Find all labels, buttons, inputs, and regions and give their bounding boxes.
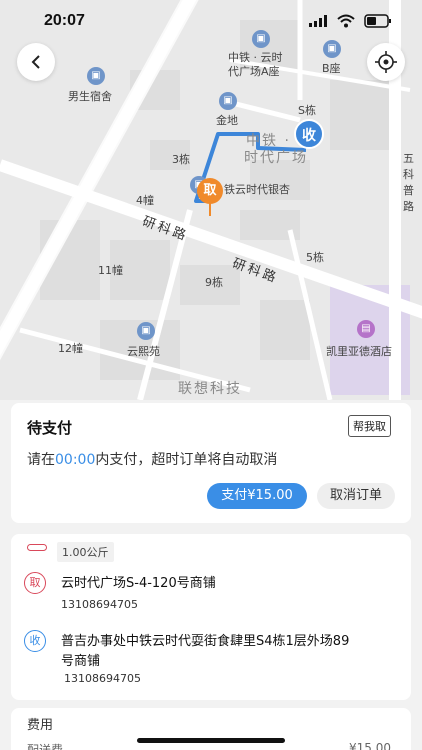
- map-view[interactable]: ▣ 男生宿舍 ▣ 中铁 · 云时 代广场A座 ▣ B座 ▣ 金地 S栋 中铁 ·…: [0, 0, 422, 400]
- back-button[interactable]: [17, 43, 55, 81]
- fees-card: 费用 配送费 ¥15.00: [11, 708, 411, 750]
- pickup-marker[interactable]: 取: [197, 178, 223, 218]
- dorm-icon: ▣: [87, 67, 105, 85]
- map-label-dorm: 男生宿舍: [68, 90, 112, 103]
- order-status-title: 待支付: [27, 419, 73, 437]
- fee-row-amount: ¥15.00: [349, 741, 391, 750]
- payment-message-suffix: 内支付，超时订单将自动取消: [95, 452, 278, 468]
- pay-button[interactable]: 支付¥15.00: [207, 483, 307, 509]
- map-label-s-block: S栋: [298, 104, 316, 117]
- payment-message: 请在00:00内支付，超时订单将自动取消: [27, 449, 277, 469]
- pickup-address: 云时代广场S-4-120号商铺: [61, 576, 216, 591]
- payment-timer: 00:00: [55, 452, 96, 468]
- weight-tag: 1.00公斤: [57, 542, 114, 562]
- map-label-side4: 路: [403, 200, 414, 213]
- map-label-hotel: 凯里亚德酒店: [326, 345, 392, 358]
- delivery-card: 1.00公斤 取 云时代广场S-4-120号商铺 13108694705 收 普…: [11, 534, 411, 700]
- map-label-block4: 4幢: [136, 194, 154, 207]
- receive-icon: 收: [24, 630, 46, 652]
- payment-message-prefix: 请在: [27, 452, 55, 468]
- payment-card: 待支付 帮我取 请在00:00内支付，超时订单将自动取消 支付¥15.00 取消…: [11, 403, 411, 523]
- map-label-side1: 五: [403, 152, 414, 165]
- fees-title: 费用: [27, 718, 54, 733]
- pickup-marker-stem: [209, 202, 211, 216]
- map-label-block5: 5栋: [306, 251, 324, 264]
- signal-icon: [309, 15, 327, 27]
- help-pickup-button[interactable]: 帮我取: [348, 415, 391, 437]
- cancel-order-button[interactable]: 取消订单: [317, 483, 395, 509]
- receive-address-line1: 普吉办事处中铁云时代耍街食肆里S4栋1层外场89: [61, 634, 350, 649]
- map-label-zhongtie-a2: 代广场A座: [228, 65, 280, 78]
- map-label-yunxi: 云熙苑: [127, 345, 160, 358]
- map-label-block12: 12幢: [58, 342, 83, 355]
- receive-phone[interactable]: 13108694705: [64, 672, 141, 685]
- locate-button[interactable]: [367, 43, 405, 81]
- status-time: 20:07: [44, 12, 85, 29]
- locate-icon: [375, 51, 397, 73]
- receive-marker[interactable]: 收: [294, 119, 324, 149]
- map-label-jindi: 金地: [216, 114, 238, 127]
- map-label-block11: 11幢: [98, 264, 123, 277]
- pickup-marker-label: 取: [197, 178, 223, 204]
- battery-icon: [364, 14, 391, 28]
- home-indicator[interactable]: [137, 738, 285, 743]
- package-icon: [27, 544, 47, 551]
- map-label-lenovo: 联想科技: [178, 381, 242, 397]
- map-label-plaza2: 时代广场: [244, 150, 308, 166]
- wifi-icon: [337, 14, 355, 28]
- residence-icon: ▣: [137, 322, 155, 340]
- status-bar: 20:07: [0, 0, 422, 44]
- map-label-bank: 铁云时代银杏: [224, 183, 290, 196]
- map-label-block3: 3栋: [172, 153, 190, 166]
- hotel-icon: ▤: [357, 320, 375, 338]
- fee-row-label: 配送费: [27, 743, 64, 750]
- receive-address-line2: 号商铺: [61, 654, 101, 669]
- building-icon: ▣: [219, 92, 237, 110]
- pickup-icon: 取: [24, 572, 46, 594]
- map-label-b-block: B座: [322, 62, 341, 75]
- back-icon: [31, 55, 40, 69]
- pickup-phone[interactable]: 13108694705: [61, 598, 138, 611]
- map-label-side2: 科: [403, 168, 414, 181]
- map-label-block9: 9栋: [205, 276, 223, 289]
- map-label-side3: 普: [403, 184, 414, 197]
